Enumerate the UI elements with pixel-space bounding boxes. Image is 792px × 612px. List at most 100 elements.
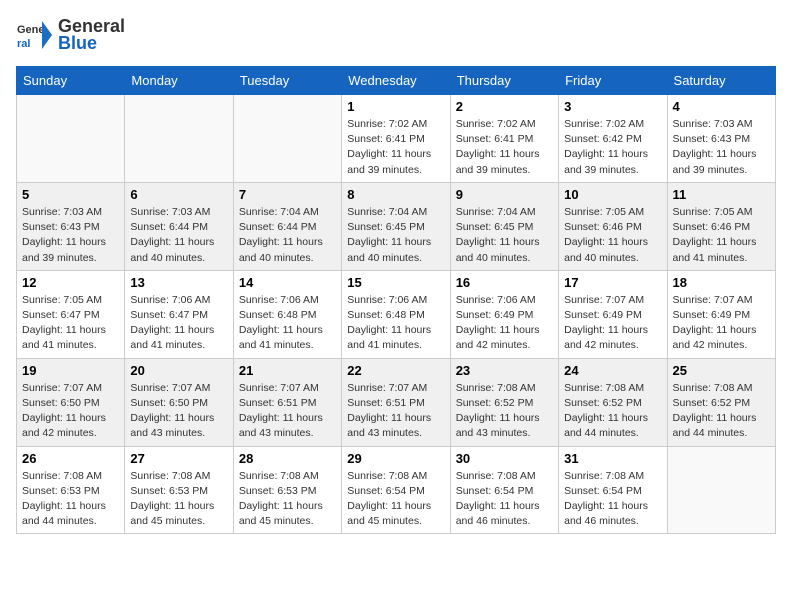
day-info: Sunrise: 7:02 AMSunset: 6:41 PMDaylight:… xyxy=(456,117,553,178)
day-info: Sunrise: 7:08 AMSunset: 6:54 PMDaylight:… xyxy=(564,469,661,530)
day-number: 30 xyxy=(456,451,553,466)
day-info: Sunrise: 7:07 AMSunset: 6:50 PMDaylight:… xyxy=(130,381,227,442)
day-number: 5 xyxy=(22,187,119,202)
day-number: 12 xyxy=(22,275,119,290)
day-info: Sunrise: 7:02 AMSunset: 6:42 PMDaylight:… xyxy=(564,117,661,178)
day-number: 31 xyxy=(564,451,661,466)
day-cell xyxy=(667,446,775,534)
day-info: Sunrise: 7:04 AMSunset: 6:45 PMDaylight:… xyxy=(456,205,553,266)
day-info: Sunrise: 7:03 AMSunset: 6:44 PMDaylight:… xyxy=(130,205,227,266)
day-cell: 8 Sunrise: 7:04 AMSunset: 6:45 PMDaylight… xyxy=(342,182,450,270)
day-number: 19 xyxy=(22,363,119,378)
day-info: Sunrise: 7:07 AMSunset: 6:51 PMDaylight:… xyxy=(347,381,444,442)
week-row-1: 1 Sunrise: 7:02 AMSunset: 6:41 PMDaylight… xyxy=(17,95,776,183)
day-header-thursday: Thursday xyxy=(450,67,558,95)
day-cell: 11Sunrise: 7:05 AMSunset: 6:46 PMDayligh… xyxy=(667,182,775,270)
page-header: Gene ral General Blue xyxy=(16,16,776,54)
day-cell: 28Sunrise: 7:08 AMSunset: 6:53 PMDayligh… xyxy=(233,446,341,534)
logo-icon: Gene ral xyxy=(16,17,52,53)
day-cell: 22 Sunrise: 7:07 AMSunset: 6:51 PMDayligh… xyxy=(342,358,450,446)
day-header-saturday: Saturday xyxy=(667,67,775,95)
day-cell: 20 Sunrise: 7:07 AMSunset: 6:50 PMDayligh… xyxy=(125,358,233,446)
svg-text:ral: ral xyxy=(17,38,30,50)
day-number: 25 xyxy=(673,363,770,378)
day-header-wednesday: Wednesday xyxy=(342,67,450,95)
day-info: Sunrise: 7:07 AMSunset: 6:51 PMDaylight:… xyxy=(239,381,336,442)
day-cell: 6 Sunrise: 7:03 AMSunset: 6:44 PMDaylight… xyxy=(125,182,233,270)
day-info: Sunrise: 7:03 AMSunset: 6:43 PMDaylight:… xyxy=(22,205,119,266)
day-info: Sunrise: 7:08 AMSunset: 6:53 PMDaylight:… xyxy=(239,469,336,530)
day-cell: 25 Sunrise: 7:08 AMSunset: 6:52 PMDayligh… xyxy=(667,358,775,446)
day-cell: 23Sunrise: 7:08 AMSunset: 6:52 PMDayligh… xyxy=(450,358,558,446)
day-cell xyxy=(17,95,125,183)
day-number: 20 xyxy=(130,363,227,378)
day-number: 7 xyxy=(239,187,336,202)
day-info: Sunrise: 7:06 AMSunset: 6:49 PMDaylight:… xyxy=(456,293,553,354)
week-row-3: 12 Sunrise: 7:05 AMSunset: 6:47 PMDayligh… xyxy=(17,270,776,358)
day-number: 22 xyxy=(347,363,444,378)
logo: Gene ral General Blue xyxy=(16,16,125,54)
day-cell: 15 Sunrise: 7:06 AMSunset: 6:48 PMDayligh… xyxy=(342,270,450,358)
day-number: 8 xyxy=(347,187,444,202)
day-number: 15 xyxy=(347,275,444,290)
day-number: 14 xyxy=(239,275,336,290)
day-cell: 31 Sunrise: 7:08 AMSunset: 6:54 PMDayligh… xyxy=(559,446,667,534)
day-number: 9 xyxy=(456,187,553,202)
day-number: 26 xyxy=(22,451,119,466)
day-cell xyxy=(233,95,341,183)
day-header-monday: Monday xyxy=(125,67,233,95)
day-info: Sunrise: 7:08 AMSunset: 6:53 PMDaylight:… xyxy=(22,469,119,530)
day-info: Sunrise: 7:07 AMSunset: 6:49 PMDaylight:… xyxy=(564,293,661,354)
day-cell: 24 Sunrise: 7:08 AMSunset: 6:52 PMDayligh… xyxy=(559,358,667,446)
week-row-5: 26 Sunrise: 7:08 AMSunset: 6:53 PMDayligh… xyxy=(17,446,776,534)
day-number: 13 xyxy=(130,275,227,290)
day-cell: 30 Sunrise: 7:08 AMSunset: 6:54 PMDayligh… xyxy=(450,446,558,534)
day-info: Sunrise: 7:03 AMSunset: 6:43 PMDaylight:… xyxy=(673,117,770,178)
day-number: 17 xyxy=(564,275,661,290)
day-number: 27 xyxy=(130,451,227,466)
day-number: 21 xyxy=(239,363,336,378)
day-cell: 1 Sunrise: 7:02 AMSunset: 6:41 PMDaylight… xyxy=(342,95,450,183)
day-info: Sunrise: 7:08 AMSunset: 6:52 PMDaylight:… xyxy=(456,381,553,442)
day-info: Sunrise: 7:05 AMSunset: 6:46 PMDaylight:… xyxy=(564,205,661,266)
days-header-row: SundayMondayTuesdayWednesdayThursdayFrid… xyxy=(17,67,776,95)
day-cell: 14 Sunrise: 7:06 AMSunset: 6:48 PMDayligh… xyxy=(233,270,341,358)
day-header-friday: Friday xyxy=(559,67,667,95)
day-cell: 27Sunrise: 7:08 AMSunset: 6:53 PMDayligh… xyxy=(125,446,233,534)
day-number: 24 xyxy=(564,363,661,378)
day-number: 18 xyxy=(673,275,770,290)
day-cell: 3Sunrise: 7:02 AMSunset: 6:42 PMDaylight… xyxy=(559,95,667,183)
calendar-table: SundayMondayTuesdayWednesdayThursdayFrid… xyxy=(16,66,776,534)
day-info: Sunrise: 7:06 AMSunset: 6:47 PMDaylight:… xyxy=(130,293,227,354)
day-info: Sunrise: 7:08 AMSunset: 6:54 PMDaylight:… xyxy=(347,469,444,530)
day-info: Sunrise: 7:08 AMSunset: 6:52 PMDaylight:… xyxy=(673,381,770,442)
day-cell: 10Sunrise: 7:05 AMSunset: 6:46 PMDayligh… xyxy=(559,182,667,270)
day-cell: 26 Sunrise: 7:08 AMSunset: 6:53 PMDayligh… xyxy=(17,446,125,534)
day-number: 2 xyxy=(456,99,553,114)
day-number: 11 xyxy=(673,187,770,202)
day-cell: 18 Sunrise: 7:07 AMSunset: 6:49 PMDayligh… xyxy=(667,270,775,358)
day-header-sunday: Sunday xyxy=(17,67,125,95)
day-cell: 12 Sunrise: 7:05 AMSunset: 6:47 PMDayligh… xyxy=(17,270,125,358)
day-info: Sunrise: 7:06 AMSunset: 6:48 PMDaylight:… xyxy=(347,293,444,354)
day-number: 6 xyxy=(130,187,227,202)
week-row-2: 5 Sunrise: 7:03 AMSunset: 6:43 PMDaylight… xyxy=(17,182,776,270)
day-number: 29 xyxy=(347,451,444,466)
day-header-tuesday: Tuesday xyxy=(233,67,341,95)
day-cell: 9 Sunrise: 7:04 AMSunset: 6:45 PMDaylight… xyxy=(450,182,558,270)
day-info: Sunrise: 7:07 AMSunset: 6:49 PMDaylight:… xyxy=(673,293,770,354)
day-info: Sunrise: 7:06 AMSunset: 6:48 PMDaylight:… xyxy=(239,293,336,354)
day-info: Sunrise: 7:04 AMSunset: 6:45 PMDaylight:… xyxy=(347,205,444,266)
day-info: Sunrise: 7:08 AMSunset: 6:52 PMDaylight:… xyxy=(564,381,661,442)
day-info: Sunrise: 7:02 AMSunset: 6:41 PMDaylight:… xyxy=(347,117,444,178)
day-info: Sunrise: 7:04 AMSunset: 6:44 PMDaylight:… xyxy=(239,205,336,266)
day-cell: 29 Sunrise: 7:08 AMSunset: 6:54 PMDayligh… xyxy=(342,446,450,534)
day-cell xyxy=(125,95,233,183)
week-row-4: 19 Sunrise: 7:07 AMSunset: 6:50 PMDayligh… xyxy=(17,358,776,446)
day-number: 1 xyxy=(347,99,444,114)
day-info: Sunrise: 7:05 AMSunset: 6:47 PMDaylight:… xyxy=(22,293,119,354)
day-info: Sunrise: 7:08 AMSunset: 6:54 PMDaylight:… xyxy=(456,469,553,530)
day-cell: 5 Sunrise: 7:03 AMSunset: 6:43 PMDaylight… xyxy=(17,182,125,270)
day-info: Sunrise: 7:07 AMSunset: 6:50 PMDaylight:… xyxy=(22,381,119,442)
day-cell: 17 Sunrise: 7:07 AMSunset: 6:49 PMDayligh… xyxy=(559,270,667,358)
